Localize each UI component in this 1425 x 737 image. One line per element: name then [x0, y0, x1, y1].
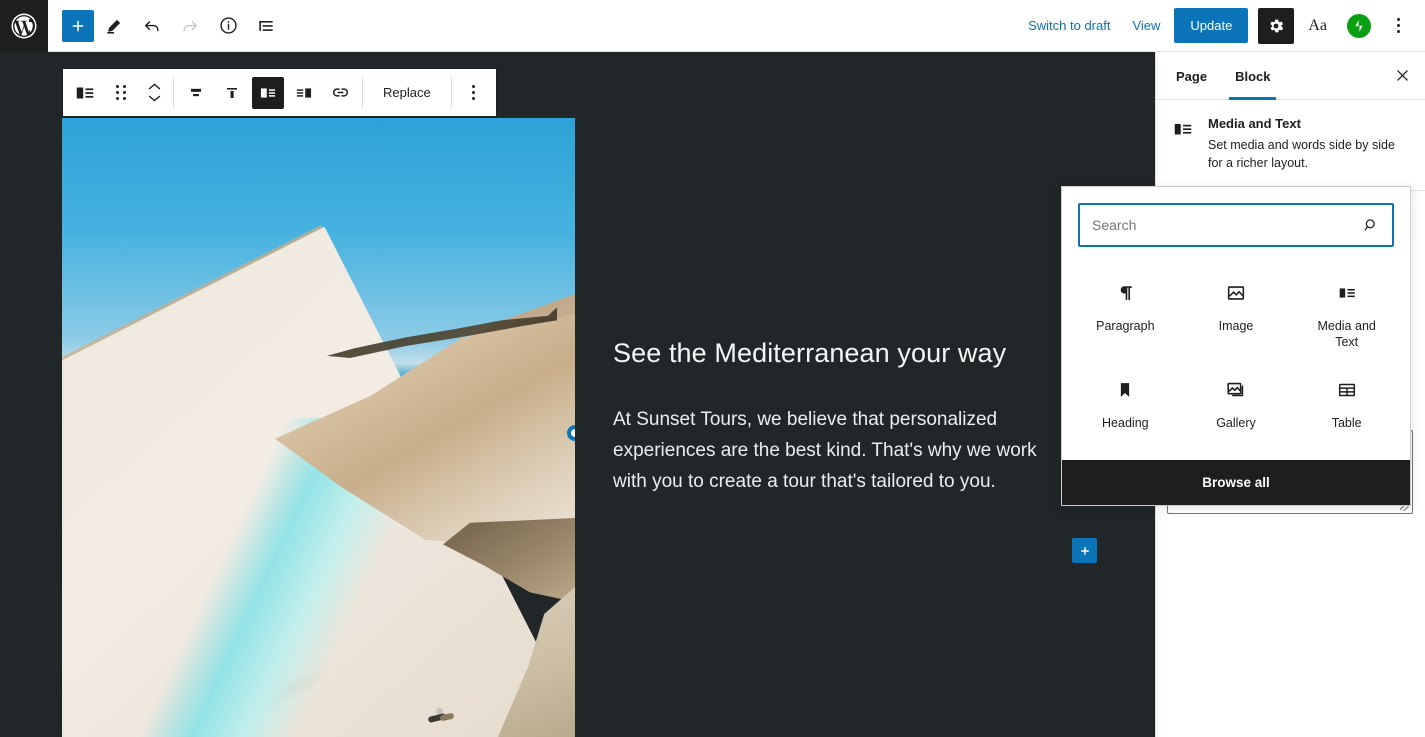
block-appender-button[interactable]	[1072, 538, 1097, 563]
paragraph-icon	[1114, 281, 1136, 305]
block-toolbar-group-options	[452, 69, 496, 116]
gallery-icon	[1225, 378, 1247, 402]
block-toolbar: Replace	[62, 68, 497, 117]
gear-icon[interactable]	[1258, 7, 1295, 44]
tab-block[interactable]: Block	[1221, 52, 1284, 100]
add-block-button[interactable]	[62, 9, 94, 42]
list-view-button[interactable]	[248, 8, 284, 44]
block-movers[interactable]	[139, 81, 169, 104]
inserter-item-label: Image	[1218, 319, 1254, 333]
replace-button[interactable]: Replace	[367, 69, 447, 116]
block-card-description: Set media and words side by side for a r…	[1208, 138, 1395, 170]
link-button[interactable]	[322, 69, 358, 116]
block-toolbar-group-block	[63, 69, 173, 116]
inserter-search-box[interactable]	[1078, 203, 1394, 247]
top-bar-actions: Switch to draft View Update Aa	[1020, 7, 1425, 44]
details-button[interactable]	[210, 8, 246, 44]
block-paragraph[interactable]: At Sunset Tours, we believe that persona…	[613, 405, 1043, 497]
drag-grip-icon	[116, 85, 126, 100]
wordpress-block-editor: Switch to draft View Update Aa See the M…	[0, 0, 1425, 737]
vertical-ellipsis-icon	[472, 85, 476, 100]
align-center-button[interactable]	[178, 69, 214, 116]
browse-all-button[interactable]: Browse all	[1062, 459, 1410, 505]
media-column[interactable]	[62, 118, 575, 737]
view-button[interactable]: View	[1124, 12, 1168, 39]
sidebar-tabs: Page Block	[1156, 52, 1425, 100]
inserter-search-area	[1062, 187, 1410, 263]
align-top-button[interactable]	[214, 69, 250, 116]
inserter-item-table[interactable]: Table	[1291, 364, 1402, 442]
more-menu-button[interactable]	[1383, 8, 1413, 44]
inserter-item-image[interactable]: Image	[1181, 267, 1292, 360]
block-card-title: Media and Text	[1208, 116, 1301, 131]
inserter-block-grid: Paragraph Image Media and Text Heading G…	[1062, 263, 1410, 460]
tab-page[interactable]: Page	[1162, 52, 1221, 100]
redo-button[interactable]	[172, 8, 208, 44]
inserter-item-gallery[interactable]: Gallery	[1181, 364, 1292, 442]
chevron-down-icon	[148, 95, 160, 102]
block-toolbar-group-replace: Replace	[363, 69, 451, 116]
inserter-item-media-and-text[interactable]: Media and Text	[1291, 267, 1402, 360]
update-button[interactable]: Update	[1174, 8, 1249, 43]
inserter-item-label: Heading	[1102, 416, 1149, 431]
show-media-on-left-button[interactable]	[252, 76, 284, 109]
media-and-text-block[interactable]: See the Mediterranean your way At Sunset…	[62, 118, 1155, 737]
image-icon	[1225, 281, 1247, 305]
photo-sunbathers	[427, 706, 458, 726]
search-icon	[1362, 216, 1392, 234]
block-toolbar-group-align	[174, 69, 362, 116]
inserter-item-heading[interactable]: Heading	[1070, 364, 1181, 442]
inserter-item-label: Paragraph	[1096, 319, 1155, 333]
search-input[interactable]	[1080, 205, 1362, 245]
jetpack-icon[interactable]	[1347, 13, 1371, 38]
table-icon	[1336, 378, 1358, 402]
inserter-item-label: Table	[1331, 416, 1362, 431]
undo-button[interactable]	[134, 8, 170, 44]
inserter-item-label: Media and Text	[1317, 319, 1376, 349]
edit-tool-button[interactable]	[96, 8, 132, 44]
media-and-text-icon	[1336, 281, 1358, 305]
media-and-text-icon	[1172, 116, 1196, 172]
wordpress-logo-icon[interactable]	[0, 0, 48, 52]
inserter-item-label: Gallery	[1216, 416, 1256, 431]
block-inserter-popover: Paragraph Image	[1061, 186, 1411, 506]
show-media-on-right-button[interactable]	[286, 69, 322, 116]
top-bar-tools	[48, 8, 284, 44]
block-heading[interactable]: See the Mediterranean your way	[613, 336, 1115, 371]
typography-button[interactable]: Aa	[1300, 11, 1335, 41]
inserter-item-paragraph[interactable]: Paragraph	[1070, 267, 1181, 360]
drag-handle-button[interactable]	[103, 69, 139, 116]
close-icon[interactable]	[1385, 59, 1419, 93]
block-card: Media and Text Set media and words side …	[1156, 100, 1425, 191]
block-type-button[interactable]	[67, 69, 103, 116]
block-options-button[interactable]	[456, 69, 492, 116]
block-area: See the Mediterranean your way At Sunset…	[62, 118, 1155, 737]
beach-photo-image	[62, 118, 575, 737]
chevron-up-icon	[148, 83, 160, 90]
switch-to-draft-button[interactable]: Switch to draft	[1020, 12, 1118, 39]
vertical-ellipsis-icon	[1396, 18, 1400, 33]
editor-canvas: See the Mediterranean your way At Sunset…	[0, 52, 1155, 737]
editor-top-bar: Switch to draft View Update Aa	[0, 0, 1425, 52]
heading-bookmark-icon	[1114, 378, 1136, 402]
